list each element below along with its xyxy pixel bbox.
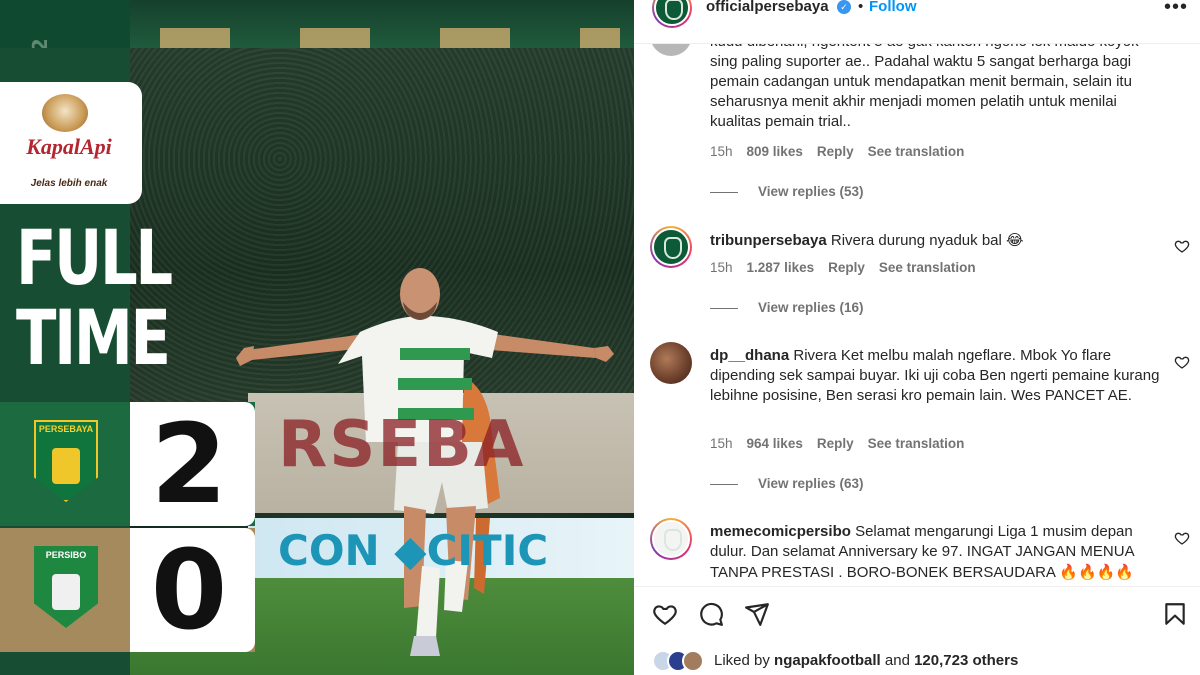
liker-avatar <box>682 650 704 672</box>
see-translation-link[interactable]: See translation <box>868 436 965 451</box>
comment-avatar[interactable] <box>650 226 692 268</box>
replies-line <box>710 307 738 309</box>
comment-avatar[interactable] <box>650 44 692 56</box>
sponsor-logo: KapalApi Jelas lebih enak <box>0 82 142 204</box>
like-heart-icon[interactable] <box>652 601 678 627</box>
home-team-name: PERSEBAYA <box>38 424 94 434</box>
sponsor-tagline: Jelas lebih enak <box>30 178 108 189</box>
liked-by-others[interactable]: 120,723 others <box>914 652 1018 669</box>
view-replies-label: View replies (53) <box>758 184 864 199</box>
view-replies-button[interactable]: View replies (53) <box>710 184 864 199</box>
reply-button[interactable]: Reply <box>817 144 854 159</box>
away-team-name: PERSIBO <box>45 550 87 560</box>
view-replies-button[interactable]: View replies (16) <box>710 300 864 315</box>
reply-button[interactable]: Reply <box>828 260 865 275</box>
sponsor-name: KapalApi <box>26 134 112 159</box>
banner-text-decoration: RSEBA <box>278 408 526 482</box>
headline-full: FULL <box>16 213 173 302</box>
fire-emoji-icon: 🔥🔥🔥🔥 <box>1059 563 1134 581</box>
football-emblem-icon <box>52 574 80 610</box>
view-replies-label: View replies (16) <box>758 300 864 315</box>
post-image[interactable]: 202 <box>0 0 634 675</box>
comment-username[interactable]: dp__dhana <box>710 347 789 364</box>
top-banner-decoration <box>130 0 634 48</box>
view-replies-label: View replies (63) <box>758 476 864 491</box>
liked-by-text: Liked by ngapakfootball and 120,723 othe… <box>714 652 1018 669</box>
liked-by-avatars[interactable] <box>652 650 712 672</box>
comment-avatar[interactable] <box>650 342 692 384</box>
header-username[interactable]: officialpersebaya <box>706 0 829 14</box>
post-action-bar: Liked by ngapakfootball and 120,723 othe… <box>634 586 1200 675</box>
comment-meta-2: 15h 1.287 likes Reply See translation <box>710 260 990 275</box>
liked-by-and: and <box>884 652 910 669</box>
comment-likes[interactable]: 809 likes <box>747 144 803 159</box>
home-score: 2 <box>150 400 228 528</box>
header-separator: • <box>858 0 864 15</box>
comments-list[interactable]: kudu dibenahi, ngentent 5 ae gak kanten … <box>634 44 1200 586</box>
comment-username[interactable]: tribunpersebaya <box>710 232 827 249</box>
profile-avatar[interactable] <box>652 0 692 28</box>
replies-line <box>710 483 738 485</box>
home-team-row: PERSEBAYA 2 <box>0 402 255 526</box>
like-heart-icon[interactable] <box>1174 238 1190 254</box>
post-header: officialpersebaya ✓ • Follow ••• <box>634 0 1200 44</box>
comment-time: 15h <box>710 436 733 451</box>
comment-body-4: memecomicpersibo Selamat mengarungi Liga… <box>710 522 1160 583</box>
laughing-emoji-icon: 😂 <box>1006 231 1024 249</box>
like-heart-icon[interactable] <box>1174 530 1190 546</box>
comment-time: 15h <box>710 144 733 159</box>
liked-by-user[interactable]: ngapakfootball <box>774 652 881 669</box>
adboard-text-decoration: CON ◆CITIC <box>278 526 549 575</box>
comment-text-1: kudu dibenahi, ngentent 5 ae gak kanten … <box>710 44 1139 130</box>
see-translation-link[interactable]: See translation <box>879 260 976 275</box>
more-options-icon[interactable]: ••• <box>1164 0 1188 19</box>
verified-badge-icon: ✓ <box>837 0 851 14</box>
save-bookmark-icon[interactable] <box>1162 601 1188 627</box>
replies-line <box>710 191 738 193</box>
comment-meta-1: 15h 809 likes Reply See translation <box>710 144 978 159</box>
comment-body-3: dp__dhana Rivera Ket melbu malah ngeflar… <box>710 346 1160 406</box>
view-replies-button[interactable]: View replies (63) <box>710 476 864 491</box>
comment-text: Rivera durung nyaduk bal <box>830 232 1002 249</box>
ship-icon <box>42 94 88 132</box>
comment-avatar[interactable] <box>650 518 692 560</box>
comment-time: 15h <box>710 260 733 275</box>
comment-likes[interactable]: 964 likes <box>747 436 803 451</box>
comment-likes[interactable]: 1.287 likes <box>747 260 815 275</box>
away-score: 0 <box>150 526 228 654</box>
like-heart-icon[interactable] <box>1174 354 1190 370</box>
share-paper-plane-icon[interactable] <box>744 601 770 627</box>
comment-meta-3: 15h 964 likes Reply See translation <box>710 436 978 451</box>
comment-username[interactable]: memecomicpersibo <box>710 523 851 540</box>
away-team-row: PERSIBO 0 <box>0 528 255 652</box>
follow-button[interactable]: Follow <box>869 0 917 14</box>
see-translation-link[interactable]: See translation <box>868 144 965 159</box>
headline-time: TIME <box>16 293 171 382</box>
comment-bubble-icon[interactable] <box>698 601 724 627</box>
crocodile-shark-emblem-icon <box>52 448 80 484</box>
reply-button[interactable]: Reply <box>817 436 854 451</box>
comment-body-2: tribunpersebaya Rivera durung nyaduk bal… <box>710 230 1160 251</box>
liked-by-prefix: Liked by <box>714 652 770 669</box>
post-sidebar: officialpersebaya ✓ • Follow ••• kudu di… <box>634 0 1200 675</box>
